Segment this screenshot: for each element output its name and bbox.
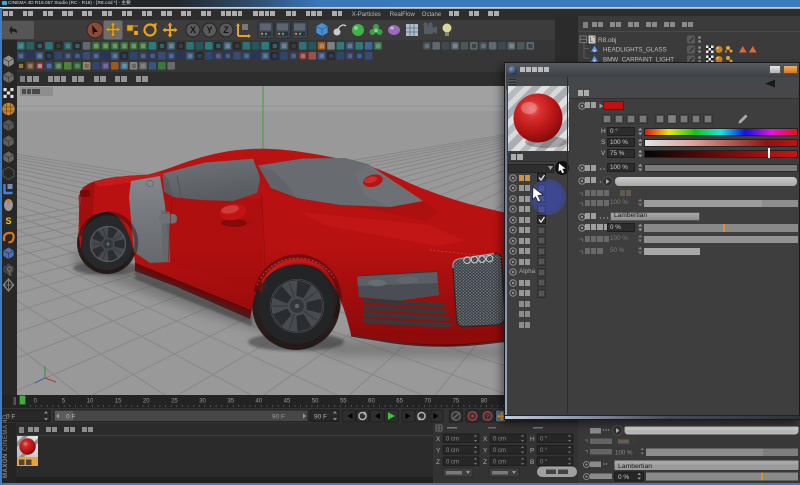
svg-text:0 °: 0 °	[540, 460, 548, 466]
svg-text:HEADLIGHTS_GLASS: HEADLIGHTS_GLASS	[603, 47, 667, 54]
svg-text:0 F: 0 F	[66, 413, 75, 420]
svg-text:Z: Z	[436, 459, 440, 466]
svg-text:X: X	[483, 436, 488, 443]
svg-text:X: X	[190, 25, 196, 35]
svg-text:35: 35	[227, 399, 234, 405]
svg-text:0: 0	[34, 399, 38, 405]
svg-text:25: 25	[171, 399, 178, 405]
svg-text:H: H	[530, 436, 535, 443]
svg-text:Z: Z	[223, 25, 229, 35]
svg-text:P: P	[530, 448, 534, 455]
svg-text:0 cm: 0 cm	[446, 460, 459, 466]
svg-text:0 °: 0 °	[540, 437, 548, 443]
svg-text:S: S	[5, 216, 11, 226]
svg-text:R8.obj: R8.obj	[598, 37, 616, 44]
svg-text:15: 15	[115, 399, 122, 405]
svg-text:75: 75	[453, 399, 460, 405]
svg-text:70: 70	[424, 399, 431, 405]
svg-text:0 cm: 0 cm	[446, 448, 459, 454]
svg-text:Y: Y	[436, 448, 441, 455]
svg-text:Z: Z	[483, 459, 487, 466]
svg-text:55: 55	[340, 399, 347, 405]
svg-text:0 cm: 0 cm	[493, 448, 506, 454]
svg-text:50: 50	[312, 399, 319, 405]
svg-text:Lambertian: Lambertian	[618, 463, 652, 470]
svg-text:65: 65	[396, 399, 403, 405]
svg-text:30: 30	[199, 399, 206, 405]
svg-text:100 %: 100 %	[615, 450, 633, 457]
svg-text:Y: Y	[483, 448, 488, 455]
svg-text:80: 80	[481, 399, 488, 405]
svg-text:10: 10	[87, 399, 94, 405]
svg-text:0 °: 0 °	[540, 448, 548, 454]
svg-text:45: 45	[284, 399, 291, 405]
svg-text:0 cm: 0 cm	[493, 460, 506, 466]
svg-text:5: 5	[62, 399, 66, 405]
svg-text:Y: Y	[206, 25, 212, 35]
svg-text:20: 20	[143, 399, 150, 405]
svg-text:X: X	[436, 436, 441, 443]
svg-text:0 %: 0 %	[618, 474, 629, 481]
svg-text:40: 40	[256, 399, 263, 405]
svg-text:B: B	[530, 459, 534, 466]
svg-text:0 cm: 0 cm	[493, 437, 506, 443]
svg-text:90 F: 90 F	[272, 413, 285, 420]
svg-text:?: ?	[486, 413, 490, 420]
svg-text:90 F: 90 F	[314, 413, 327, 420]
svg-text:0 cm: 0 cm	[446, 437, 459, 443]
svg-text:60: 60	[368, 399, 375, 405]
